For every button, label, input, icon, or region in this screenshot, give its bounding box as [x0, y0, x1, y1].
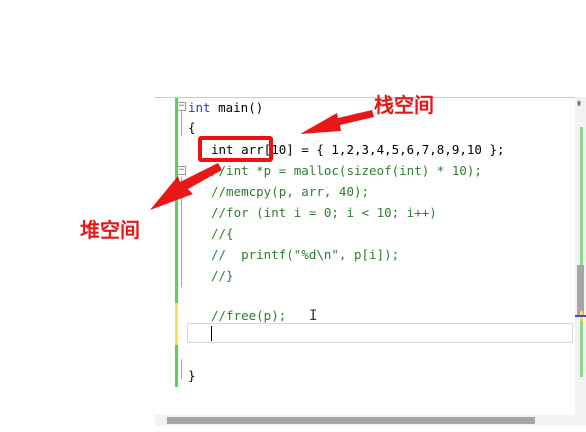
code-line[interactable]: //for (int i = 0; i < 10; i++)	[211, 202, 437, 223]
vertical-scrollbar[interactable]: ⇟	[575, 97, 586, 415]
code-line[interactable]: //{	[211, 223, 234, 244]
stack-space-label: 栈空间	[374, 93, 434, 117]
code-line[interactable]: //}	[211, 265, 234, 286]
fold-guide	[181, 111, 182, 136]
code-line[interactable]: int main()	[188, 97, 263, 118]
code-line[interactable]: // printf("%d\n", p[i]);	[211, 244, 399, 265]
code-line[interactable]: {	[188, 117, 196, 138]
ibeam-cursor-icon: I	[309, 308, 318, 324]
scroll-caret-marker	[575, 315, 586, 317]
change-bar-saved	[175, 345, 178, 387]
array-highlight-box	[198, 136, 273, 162]
code-text: main()	[218, 100, 264, 115]
split-window-icon[interactable]: ⇟	[576, 99, 582, 109]
horizontal-scrollbar[interactable]	[155, 415, 586, 426]
horizontal-scroll-thumb[interactable]	[167, 417, 535, 424]
vertical-scroll-thumb[interactable]	[577, 265, 584, 315]
current-line-highlight	[187, 323, 573, 343]
code-line[interactable]: //int *p = malloc(sizeof(int) * 10);	[211, 160, 482, 181]
code-line[interactable]: //memcpy(p, arr, 40);	[211, 181, 369, 202]
scroll-change-marker	[580, 127, 583, 377]
change-bar-saved	[175, 98, 178, 303]
fold-collapse-icon[interactable]: −	[177, 166, 186, 175]
fold-guide	[181, 177, 182, 287]
fold-guide	[181, 359, 182, 379]
text-caret	[211, 326, 212, 341]
fold-collapse-icon[interactable]: −	[177, 102, 186, 111]
heap-space-label: 堆空间	[80, 218, 140, 242]
editor-margin	[155, 98, 172, 408]
code-line[interactable]: }	[188, 365, 196, 386]
change-bar-unsaved	[175, 303, 178, 345]
code-editor[interactable]: − − int main() { int arr[10] = { 1,2,3,4…	[155, 97, 586, 432]
